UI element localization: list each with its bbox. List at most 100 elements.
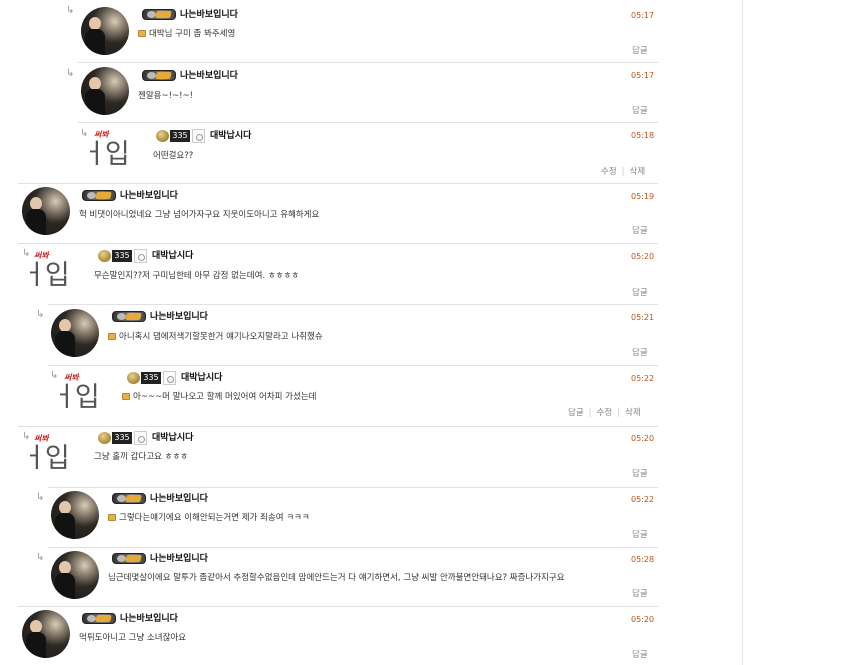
comment-actions: 답글 <box>632 650 648 660</box>
author-name[interactable]: 나는바보입니다 <box>150 553 208 565</box>
reply-button[interactable]: 답글 <box>632 288 648 298</box>
comment-time: 05:19 <box>631 192 655 201</box>
member-badge-icon <box>112 493 146 504</box>
member-badge-icon <box>82 613 116 624</box>
comment-text: 님근데몇살이에요 말투가 좀같아서 추정할수없음인데 맘에안드는거 다 얘기하면… <box>108 573 565 584</box>
reply-arrow-icon: ↳ <box>36 552 45 563</box>
author-name[interactable]: 대박납시다 <box>181 372 222 384</box>
level-badge: 335 <box>112 432 132 444</box>
comment-actions: 답글 <box>632 106 648 116</box>
mini-avatar-icon <box>134 249 147 263</box>
comment-text: 먹튀도아니고 그냥 소녀잖아요 <box>79 633 186 644</box>
comment-time: 05:17 <box>631 11 655 20</box>
author-name[interactable]: 나는바보입니다 <box>180 9 238 21</box>
author-name[interactable]: 대박납시다 <box>152 432 193 444</box>
comment-item: ↳ 나는바보입니다 05:21 아니혹시 댑에저색기할못한거 얘기나오지말라고 … <box>0 305 660 365</box>
comment-item: ↳ 나는바보입니다 05:17 대박님 구미 좀 봐주세영 답글 <box>0 0 660 63</box>
comment-time: 05:21 <box>631 313 655 322</box>
avatar[interactable] <box>22 610 70 658</box>
handwriting-avatar[interactable]: 써봐 ㅓ입 <box>82 129 142 179</box>
comment-body: 대박님 구미 좀 봐주세영 <box>149 29 236 39</box>
handwriting-avatar[interactable]: 써봐 ㅓ입 <box>52 372 112 422</box>
member-badge-icon <box>142 70 176 81</box>
coin-icon <box>156 130 169 142</box>
comment-actions: 답글 <box>632 226 648 236</box>
reply-arrow-icon: ↳ <box>66 68 75 79</box>
comment-body: 아~~~머 말나오고 할께 머있어여 어차피 가셨는데 <box>133 392 317 402</box>
comment-text: 어떤걸요?? <box>153 151 193 162</box>
comment-time: 05:22 <box>631 495 655 504</box>
handwriting-avatar[interactable]: 써봐 ㅓ입 <box>22 433 82 483</box>
handwriting-big-text: ㅓ입 <box>22 443 70 474</box>
author-name[interactable]: 나는바보입니다 <box>180 70 238 82</box>
reply-arrow-icon: ↳ <box>66 5 75 16</box>
reply-button[interactable]: 답글 <box>632 530 648 540</box>
reply-button[interactable]: 답글 <box>632 469 648 479</box>
member-badge-icon <box>82 190 116 201</box>
comment-body: 아니혹시 댑에저색기할못한거 얘기나오지말라고 나취했슈 <box>119 332 323 342</box>
comment-time: 05:17 <box>631 71 655 80</box>
reply-button[interactable]: 답글 <box>632 348 648 358</box>
reply-button[interactable]: 답글 <box>632 46 648 56</box>
comment-item: ↳ 나는바보입니다 05:17 젠알용~!~!~! 답글 <box>0 63 660 123</box>
reply-button[interactable]: 답글 <box>632 226 648 236</box>
handwriting-big-text: ㅓ입 <box>22 260 70 291</box>
reply-arrow-icon: ↳ <box>36 492 45 503</box>
comment-item: ↳ 써봐 ㅓ입 335 대박납시다 05:18 어떤걸요?? 수정 | 삭제 <box>0 123 660 183</box>
comment-actions: 답글 | 수정 | 삭제 <box>568 408 641 418</box>
coin-icon <box>127 372 140 384</box>
handwriting-big-text: ㅓ입 <box>82 139 130 170</box>
avatar[interactable] <box>81 7 129 55</box>
handwriting-avatar[interactable]: 써봐 ㅓ입 <box>22 250 82 300</box>
comment-actions: 수정 | 삭제 <box>601 167 646 177</box>
comment-text: 대박님 구미 좀 봐주세영 <box>138 29 235 40</box>
comment-time: 05:28 <box>631 555 655 564</box>
comment-actions: 답글 <box>632 288 648 298</box>
comment-actions: 답글 <box>632 589 648 599</box>
comment-item: ↳ 써봐 ㅓ입 335 대박납시다 05:20 무슨말인지??저 구미님한테 아… <box>0 244 660 304</box>
reply-button[interactable]: 답글 <box>568 408 584 418</box>
author-name[interactable]: 나는바보입니다 <box>120 613 178 625</box>
author-name[interactable]: 나는바보입니다 <box>150 311 208 323</box>
reply-button[interactable]: 답글 <box>632 106 648 116</box>
comment-page: { "comments": [ {"name":"나는바보입니다","time"… <box>0 0 850 665</box>
comment-time: 05:18 <box>631 131 655 140</box>
lock-icon <box>108 333 116 340</box>
avatar[interactable] <box>22 187 70 235</box>
comment-item: 나는바보입니다 05:19 헉 비댓이아니었네요 그냥 넘어가자구요 지웃이도아… <box>0 184 660 244</box>
author-name[interactable]: 대박납시다 <box>152 250 193 262</box>
comment-item: ↳ 써봐 ㅓ입 335 대박납시다 05:20 그냥 홀끼 갑다고요 ㅎㅎㅎ 답… <box>0 427 660 487</box>
reply-button[interactable]: 답글 <box>632 650 648 660</box>
comment-body: 그냥 홀끼 갑다고요 ㅎㅎㅎ <box>94 452 189 462</box>
comment-body: 무슨말인지??저 구미님한테 아무 감정 없는데여. ㅎㅎㅎㅎ <box>94 271 300 281</box>
avatar[interactable] <box>51 491 99 539</box>
mini-avatar-icon <box>163 371 176 385</box>
edit-button[interactable]: 수정 <box>601 167 617 177</box>
edit-button[interactable]: 수정 <box>597 408 613 418</box>
avatar[interactable] <box>51 551 99 599</box>
delete-button[interactable]: 삭제 <box>630 167 646 177</box>
comment-body: 님근데몇살이에요 말투가 좀같아서 추정할수없음인데 맘에안드는거 다 얘기하면… <box>108 573 565 583</box>
comment-text: 그렇다는얘기에요 이해안되는거면 제가 죄송여 ㅋㅋㅋ <box>108 513 310 524</box>
comment-text: 헉 비댓이아니었네요 그냥 넘어가자구요 지웃이도아니고 유혜하게요 <box>79 210 319 221</box>
reply-arrow-icon: ↳ <box>36 309 45 320</box>
handwriting-big-text: ㅓ입 <box>52 382 100 413</box>
coin-icon <box>98 250 111 262</box>
avatar[interactable] <box>51 309 99 357</box>
delete-button[interactable]: 삭제 <box>625 408 641 418</box>
comment-actions: 답글 <box>632 46 648 56</box>
member-badge-icon <box>112 553 146 564</box>
author-name[interactable]: 나는바보입니다 <box>150 493 208 505</box>
comment-actions: 답글 <box>632 469 648 479</box>
author-name[interactable]: 대박납시다 <box>210 130 251 142</box>
lock-icon <box>108 514 116 521</box>
avatar[interactable] <box>81 67 129 115</box>
author-name[interactable]: 나는바보입니다 <box>120 190 178 202</box>
comment-body: 헉 비댓이아니었네요 그냥 넘어가자구요 지웃이도아니고 유혜하게요 <box>79 210 320 220</box>
reply-button[interactable]: 답글 <box>632 589 648 599</box>
comment-body: 어떤걸요?? <box>153 151 194 161</box>
mini-avatar-icon <box>192 129 205 143</box>
member-badge-icon <box>142 9 176 20</box>
comment-item: ↳ 나는바보입니다 05:22 그렇다는얘기에요 이해안되는거면 제가 죄송여 … <box>0 488 660 548</box>
scroll-edge <box>742 0 743 665</box>
